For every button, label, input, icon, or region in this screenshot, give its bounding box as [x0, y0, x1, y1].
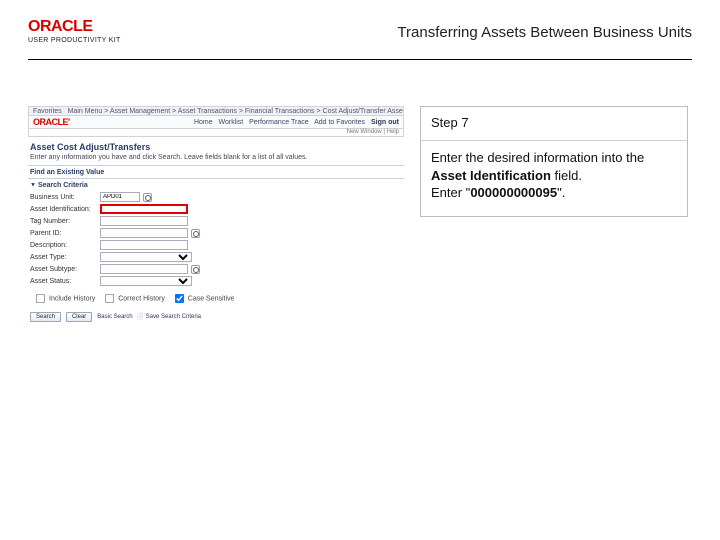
- link-home[interactable]: Home: [194, 119, 213, 126]
- app-oracle-logo: ORACLE': [33, 117, 70, 127]
- page-title: Transferring Assets Between Business Uni…: [397, 24, 692, 41]
- label-asset-subtype: Asset Subtype:: [28, 263, 98, 275]
- include-history-checkbox[interactable]: [36, 294, 45, 303]
- link-perf-trace[interactable]: Performance Trace: [249, 119, 309, 126]
- collapse-icon[interactable]: ▼: [30, 183, 36, 189]
- asset-subtype-input[interactable]: [100, 264, 188, 274]
- lookup-icon[interactable]: [143, 193, 152, 202]
- tab-find-existing[interactable]: Find an Existing Value: [28, 165, 404, 178]
- lookup-icon[interactable]: [191, 265, 200, 274]
- label-asset-id: Asset Identification:: [28, 203, 98, 215]
- app-sub-bar: New Window | Help: [28, 129, 404, 137]
- app-top-links: Home Worklist Performance Trace Add to F…: [194, 119, 399, 126]
- tag-number-input[interactable]: [100, 216, 188, 226]
- lookup-icon[interactable]: [191, 229, 200, 238]
- app-screenshot: Favorites Main Menu > Asset Management >…: [28, 106, 404, 276]
- step-label: Step 7: [421, 107, 687, 141]
- save-search-link[interactable]: 📄 Save Search Criteria: [137, 314, 202, 320]
- label-description: Description:: [28, 239, 98, 251]
- business-unit-input[interactable]: [100, 192, 140, 202]
- label-parent-id: Parent ID:: [28, 227, 98, 239]
- parent-id-input[interactable]: [100, 228, 188, 238]
- instruction-panel: Step 7 Enter the desired information int…: [420, 106, 688, 217]
- label-asset-status: Asset Status:: [28, 275, 98, 287]
- description-input[interactable]: [100, 240, 188, 250]
- asset-status-select[interactable]: [100, 276, 192, 286]
- section-search-criteria: ▼Search Criteria: [28, 178, 404, 191]
- label-business-unit: Business Unit:: [28, 191, 98, 203]
- link-sign-out[interactable]: Sign out: [371, 119, 399, 126]
- basic-search-link[interactable]: Basic Search: [97, 314, 132, 320]
- link-worklist[interactable]: Worklist: [218, 119, 243, 126]
- entered-value: 000000000095: [470, 185, 557, 200]
- clear-button[interactable]: Clear: [66, 312, 92, 322]
- search-form: Business Unit: Asset Identification: Tag…: [28, 191, 404, 287]
- field-name: Asset Identification: [431, 168, 551, 183]
- button-row: Search Clear Basic Search 📄 Save Search …: [28, 308, 404, 326]
- asset-type-select[interactable]: [100, 252, 192, 262]
- form-description: Enter any information you have and click…: [28, 154, 404, 165]
- checkbox-row: Include History Correct History Case Sen…: [28, 287, 404, 308]
- correct-history-checkbox[interactable]: [105, 294, 114, 303]
- instruction-text: Enter the desired information into the A…: [421, 141, 687, 216]
- app-brand-bar: ORACLE' Home Worklist Performance Trace …: [28, 116, 404, 129]
- label-asset-type: Asset Type:: [28, 251, 98, 263]
- case-sensitive-checkbox[interactable]: [175, 294, 184, 303]
- search-button[interactable]: Search: [30, 312, 61, 322]
- breadcrumb: Favorites Main Menu > Asset Management >…: [28, 106, 404, 116]
- form-title: Asset Cost Adjust/Transfers: [28, 137, 404, 154]
- asset-identification-input[interactable]: [100, 204, 188, 214]
- link-add-favorites[interactable]: Add to Favorites: [314, 119, 365, 126]
- label-tag-number: Tag Number:: [28, 215, 98, 227]
